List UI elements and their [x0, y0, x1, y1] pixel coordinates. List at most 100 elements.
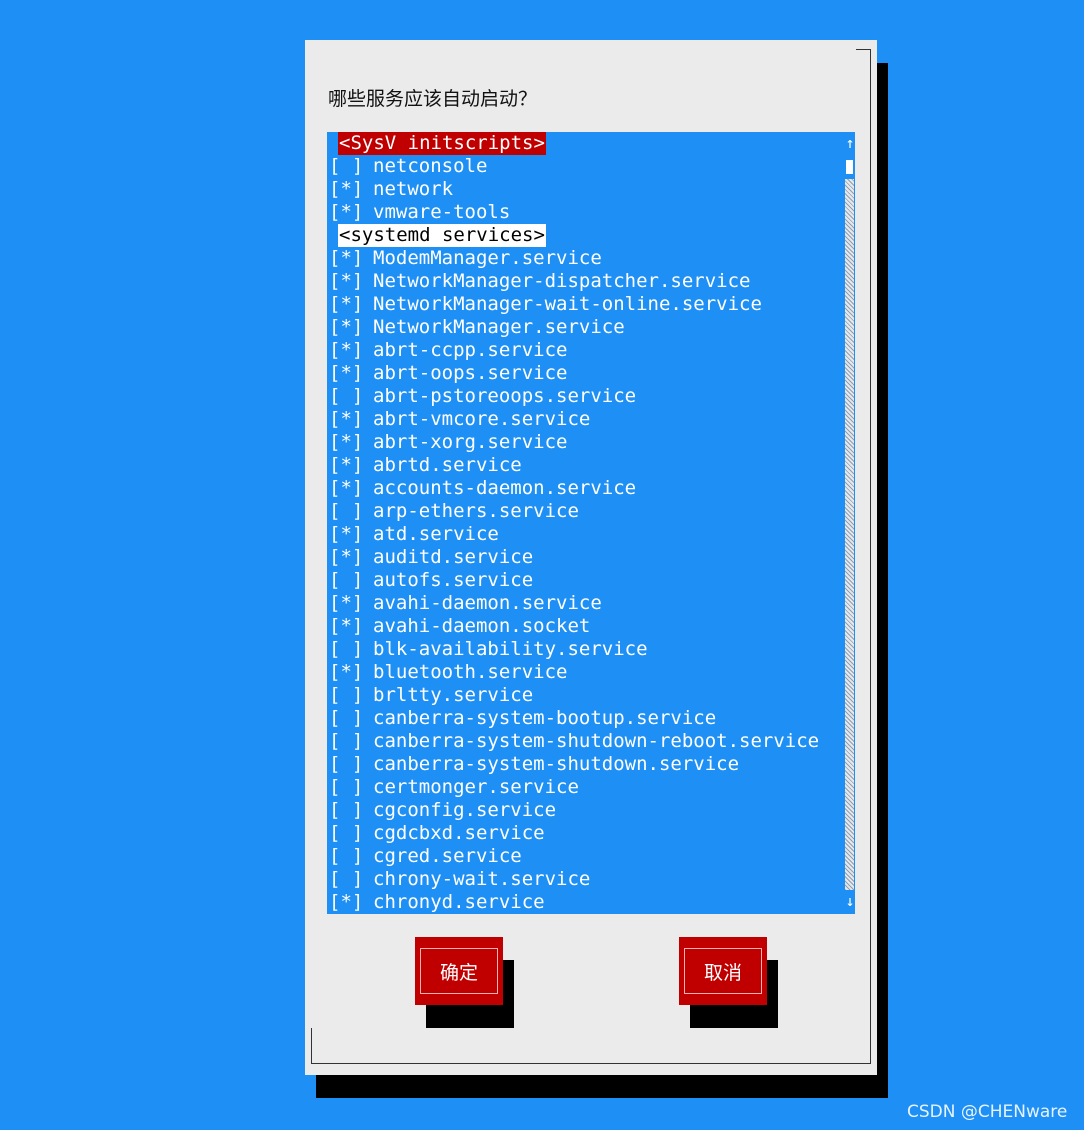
service-list-item[interactable]: [ ] canberra-system-shutdown-reboot.servi…	[329, 730, 819, 753]
service-list-item[interactable]: [*] abrt-vmcore.service	[329, 408, 590, 431]
scrollbar-thumb[interactable]	[846, 160, 853, 174]
service-list-item[interactable]: [*] auditd.service	[329, 546, 533, 569]
service-list-item[interactable]: [ ] blk-availability.service	[329, 638, 648, 661]
service-list-item[interactable]: [*] abrt-xorg.service	[329, 431, 567, 454]
service-name: ModemManager.service	[373, 247, 602, 269]
service-list-item[interactable]: [ ] netconsole	[329, 155, 487, 178]
group-header[interactable]: <SysV initscripts>	[338, 132, 546, 155]
scrollbar-track[interactable]	[845, 179, 854, 890]
service-checkbox[interactable]: [*]	[329, 592, 373, 615]
service-list-item[interactable]: [*] ModemManager.service	[329, 247, 602, 270]
scroll-up-icon[interactable]: ↑	[843, 134, 857, 152]
service-list-item[interactable]: [*] atd.service	[329, 523, 499, 546]
service-checkbox[interactable]: [ ]	[329, 638, 373, 661]
service-name: accounts-daemon.service	[373, 477, 637, 499]
service-list-item[interactable]: [ ] abrt-pstoreoops.service	[329, 385, 636, 408]
service-checkbox[interactable]: [*]	[329, 891, 373, 914]
service-list-item[interactable]: [*] accounts-daemon.service	[329, 477, 636, 500]
service-name: canberra-system-shutdown.service	[373, 753, 740, 775]
service-checkbox[interactable]: [*]	[329, 316, 373, 339]
service-checkbox[interactable]: [ ]	[329, 730, 373, 753]
service-checkbox[interactable]: [ ]	[329, 868, 373, 891]
service-checkbox[interactable]: [*]	[329, 339, 373, 362]
service-list-item[interactable]: [ ] cgdcbxd.service	[329, 822, 545, 845]
service-listbox[interactable]: <SysV initscripts>[ ] netconsole [*] networ…	[327, 132, 855, 914]
service-checkbox[interactable]: [*]	[329, 431, 373, 454]
service-list-item[interactable]: [ ] certmonger.service	[329, 776, 579, 799]
service-name: bluetooth.service	[373, 661, 568, 683]
service-checkbox[interactable]: [*]	[329, 362, 373, 385]
service-list-item[interactable]: [ ] autofs.service	[329, 569, 533, 592]
service-checkbox[interactable]: [ ]	[329, 707, 373, 730]
service-list-item[interactable]: [*] chronyd.service	[329, 891, 545, 914]
service-checkbox[interactable]: [ ]	[329, 385, 373, 408]
service-name: NetworkManager-wait-online.service	[373, 293, 762, 315]
service-checkbox[interactable]: [ ]	[329, 822, 373, 845]
service-checkbox[interactable]: [*]	[329, 201, 373, 224]
service-list-item[interactable]: [*] abrt-ccpp.service	[329, 339, 567, 362]
service-list-item[interactable]: [*] vmware-tools	[329, 201, 510, 224]
service-checkbox[interactable]: [*]	[329, 615, 373, 638]
service-checkbox[interactable]: [*]	[329, 408, 373, 431]
service-list-item[interactable]: [ ] cgred.service	[329, 845, 522, 868]
service-name: brltty.service	[373, 684, 534, 706]
service-list-item[interactable]: [*] network	[329, 178, 453, 201]
service-list-item[interactable]: [*] NetworkManager-wait-online.service	[329, 293, 762, 316]
service-checkbox[interactable]: [*]	[329, 293, 373, 316]
service-name: canberra-system-shutdown-reboot.service	[373, 730, 820, 752]
service-name: certmonger.service	[373, 776, 579, 798]
service-list-item[interactable]: [ ] chrony-wait.service	[329, 868, 590, 891]
service-list-item[interactable]: [*] abrt-oops.service	[329, 362, 567, 385]
service-name: auditd.service	[373, 546, 534, 568]
service-name: autofs.service	[373, 569, 534, 591]
service-checkbox[interactable]: [ ]	[329, 776, 373, 799]
service-name: blk-availability.service	[373, 638, 648, 660]
service-checkbox[interactable]: [ ]	[329, 155, 373, 178]
service-checkbox[interactable]: [ ]	[329, 753, 373, 776]
service-checkbox[interactable]: [ ]	[329, 845, 373, 868]
service-checkbox[interactable]: [*]	[329, 178, 373, 201]
service-name: abrt-xorg.service	[373, 431, 568, 453]
service-checkbox[interactable]: [*]	[329, 523, 373, 546]
service-list-item[interactable]: [ ] brltty.service	[329, 684, 533, 707]
service-checkbox[interactable]: [ ]	[329, 569, 373, 592]
service-name: network	[373, 178, 454, 200]
service-checkbox[interactable]: [ ]	[329, 799, 373, 822]
service-list-item[interactable]: [*] NetworkManager.service	[329, 316, 625, 339]
service-name: vmware-tools	[373, 201, 511, 223]
service-checkbox[interactable]: [*]	[329, 546, 373, 569]
service-checkbox[interactable]: [ ]	[329, 500, 373, 523]
service-list-item[interactable]: [*] NetworkManager-dispatcher.service	[329, 270, 751, 293]
cancel-button[interactable]: 取消	[679, 937, 767, 1005]
service-checkbox[interactable]: [*]	[329, 270, 373, 293]
ok-button[interactable]: 确定	[415, 937, 503, 1005]
service-name: cgdcbxd.service	[373, 822, 545, 844]
service-name: arp-ethers.service	[373, 500, 579, 522]
dialog-frame-bottom	[311, 1063, 871, 1064]
service-checkbox[interactable]: [*]	[329, 661, 373, 684]
service-name: canberra-system-bootup.service	[373, 707, 717, 729]
service-name: atd.service	[373, 523, 499, 545]
dialog-frame-left	[311, 1028, 312, 1064]
service-list-item[interactable]: [*] bluetooth.service	[329, 661, 567, 684]
service-checkbox[interactable]: [*]	[329, 454, 373, 477]
group-header[interactable]: <systemd services>	[338, 224, 546, 247]
service-name: abrt-vmcore.service	[373, 408, 591, 430]
service-list-item[interactable]: [ ] canberra-system-shutdown.service	[329, 753, 739, 776]
service-list-item[interactable]: [ ] arp-ethers.service	[329, 500, 579, 523]
service-list-item[interactable]: [ ] cgconfig.service	[329, 799, 556, 822]
service-checkbox[interactable]: [*]	[329, 247, 373, 270]
service-checkbox[interactable]: [*]	[329, 477, 373, 500]
service-name: abrt-pstoreoops.service	[373, 385, 637, 407]
scroll-down-icon[interactable]: ↓	[843, 892, 857, 910]
service-name: avahi-daemon.socket	[373, 615, 591, 637]
service-name: chrony-wait.service	[373, 868, 591, 890]
service-list-item[interactable]: [ ] canberra-system-bootup.service	[329, 707, 716, 730]
service-list-item[interactable]: [*] avahi-daemon.socket	[329, 615, 590, 638]
service-list-item[interactable]: [*] abrtd.service	[329, 454, 522, 477]
dialog-frame-right	[870, 49, 871, 1064]
service-list-item[interactable]: [*] avahi-daemon.service	[329, 592, 602, 615]
service-name: NetworkManager-dispatcher.service	[373, 270, 751, 292]
service-checkbox[interactable]: [ ]	[329, 684, 373, 707]
service-name: chronyd.service	[373, 891, 545, 913]
